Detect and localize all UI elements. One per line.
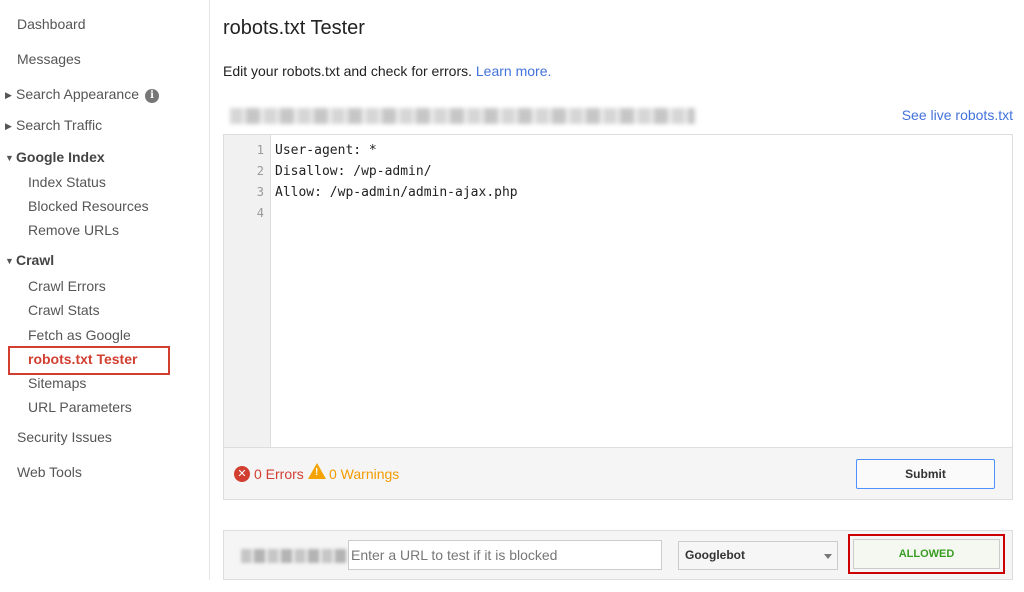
code-line[interactable]: Allow: /wp-admin/admin-ajax.php	[275, 185, 518, 200]
sidebar: Dashboard Messages ▶ Search Appearance i ▶…	[0, 0, 210, 580]
see-live-robots-link[interactable]: See live robots.txt	[902, 107, 1013, 123]
sidebar-item-label: Search Traffic	[16, 117, 103, 133]
errors-count: 0 Errors	[254, 466, 304, 482]
sidebar-item-label: Search Appearance	[16, 86, 139, 102]
page-title: robots.txt Tester	[223, 17, 365, 39]
user-agent-selected: Googlebot	[685, 548, 745, 562]
triangle-down-icon: ▼	[5, 256, 14, 266]
sidebar-item-web-tools[interactable]: Web Tools	[17, 464, 82, 480]
line-number: 4	[256, 206, 264, 220]
intro-text: Edit your robots.txt and check for error…	[223, 63, 551, 79]
sidebar-item-label: Google Index	[16, 149, 105, 165]
code-line[interactable]: User-agent: *	[275, 143, 377, 158]
submit-button[interactable]: Submit	[856, 459, 995, 489]
sidebar-item-dashboard[interactable]: Dashboard	[17, 16, 86, 32]
learn-more-link[interactable]: Learn more.	[476, 63, 551, 79]
sidebar-item-messages[interactable]: Messages	[17, 51, 81, 67]
redacted-url-image	[230, 108, 695, 124]
test-url-input[interactable]	[348, 540, 662, 570]
redacted-domain-image	[241, 549, 347, 563]
intro-description: Edit your robots.txt and check for error…	[223, 63, 472, 79]
triangle-right-icon: ▶	[5, 121, 12, 131]
editor-status-bar: ✕ 0 Errors ! 0 Warnings Submit	[224, 447, 1012, 499]
user-agent-select[interactable]: Googlebot	[678, 541, 838, 570]
sidebar-item-crawl[interactable]: ▼ Crawl	[5, 252, 54, 268]
warning-mark: !	[315, 467, 319, 478]
line-number: 1	[256, 143, 264, 157]
line-number-gutter: 1 2 3 4	[224, 135, 271, 447]
sidebar-item-sitemaps[interactable]: Sitemaps	[28, 375, 86, 391]
sidebar-item-index-status[interactable]: Index Status	[28, 174, 106, 190]
sidebar-item-search-traffic[interactable]: ▶ Search Traffic	[5, 117, 102, 133]
sidebar-item-google-index[interactable]: ▼ Google Index	[5, 149, 105, 165]
sidebar-item-crawl-stats[interactable]: Crawl Stats	[28, 302, 100, 318]
sidebar-item-search-appearance[interactable]: ▶ Search Appearance i	[5, 86, 159, 103]
sidebar-item-label: Crawl	[16, 252, 55, 268]
sidebar-item-remove-urls[interactable]: Remove URLs	[28, 222, 119, 238]
sidebar-item-robots-txt-tester[interactable]: robots.txt Tester	[28, 351, 137, 367]
error-icon: ✕	[234, 466, 250, 482]
sidebar-item-fetch-as-google[interactable]: Fetch as Google	[28, 327, 131, 343]
line-number: 2	[256, 164, 264, 178]
chevron-down-icon	[824, 554, 832, 559]
sidebar-item-url-parameters[interactable]: URL Parameters	[28, 399, 132, 415]
sidebar-item-crawl-errors[interactable]: Crawl Errors	[28, 278, 106, 294]
test-result-button[interactable]: ALLOWED	[853, 539, 1000, 569]
triangle-down-icon: ▼	[5, 153, 14, 163]
code-area[interactable]: User-agent: * Disallow: /wp-admin/ Allow…	[271, 135, 1012, 447]
info-icon[interactable]: i	[144, 89, 159, 103]
code-line[interactable]: Disallow: /wp-admin/	[275, 164, 432, 179]
warnings-count: 0 Warnings	[329, 466, 400, 482]
url-test-bar: Googlebot ALLOWED	[223, 530, 1013, 580]
sidebar-item-blocked-resources[interactable]: Blocked Resources	[28, 198, 149, 214]
sidebar-item-security-issues[interactable]: Security Issues	[17, 429, 112, 445]
robots-editor: 1 2 3 4 User-agent: * Disallow: /wp-admi…	[223, 134, 1013, 500]
line-number: 3	[256, 185, 264, 199]
triangle-right-icon: ▶	[5, 90, 12, 100]
